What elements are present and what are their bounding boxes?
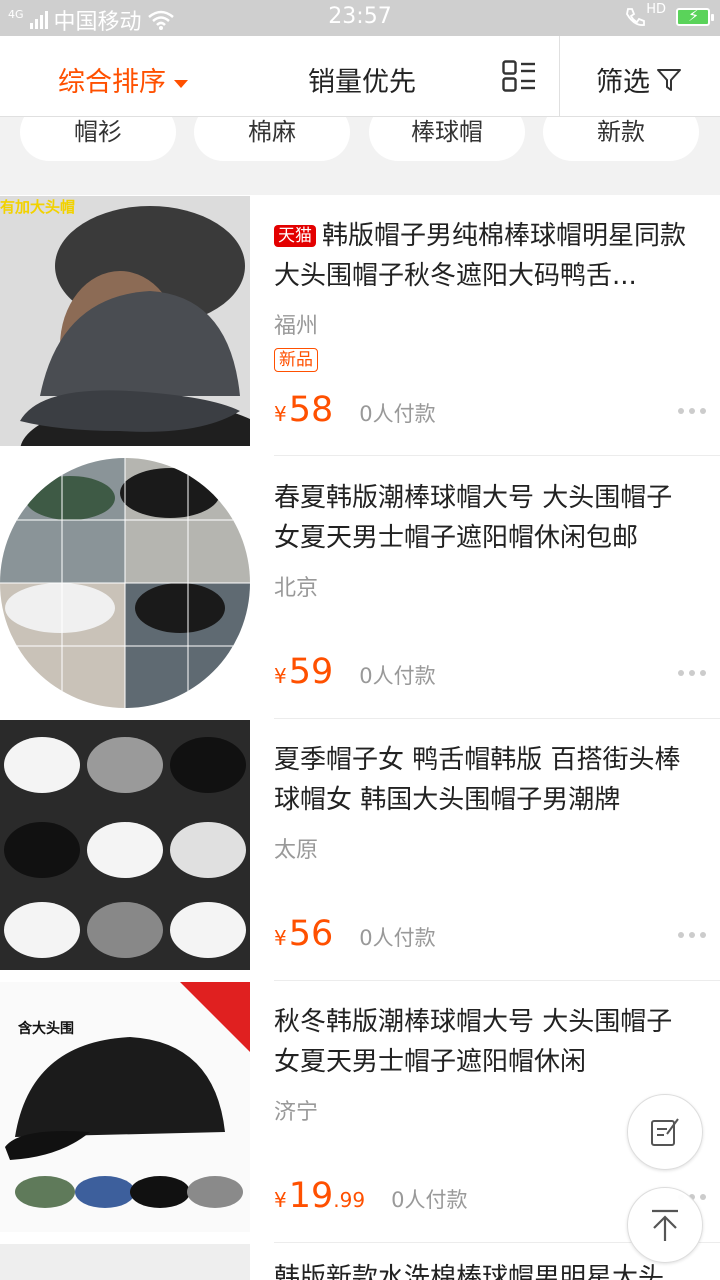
product-image[interactable]: 含大头围 <box>0 982 250 1232</box>
item-divider <box>274 455 720 456</box>
product-price: 56 <box>288 914 334 954</box>
price-row: ¥ 58 0人付款 <box>274 390 436 430</box>
arrow-up-icon <box>652 1209 678 1241</box>
currency-symbol: ¥ <box>274 664 287 688</box>
product-price: 19 <box>288 1176 334 1216</box>
payment-count: 0人付款 <box>359 402 436 426</box>
product-image[interactable]: 有加大头帽 <box>0 196 250 446</box>
funnel-icon <box>657 68 681 91</box>
product-item[interactable]: 夏季帽子女 鸭舌帽韩版 百搭街头棒球帽女 韩国大头围帽子男潮牌 太原 ¥ 56 … <box>0 720 720 970</box>
more-options-icon[interactable] <box>678 932 706 938</box>
product-item[interactable]: 韩版新款水洗棉棒球帽男明星大头 <box>0 1244 720 1280</box>
tmall-badge: 天猫 <box>274 225 316 247</box>
sort-comprehensive-button[interactable]: 综合排序 <box>58 60 188 99</box>
sort-sales-button[interactable]: 销量优先 <box>308 60 416 99</box>
product-location: 太原 <box>274 838 319 863</box>
filter-button[interactable]: 筛选 <box>596 60 682 99</box>
filter-label: 筛选 <box>596 67 650 98</box>
payment-count: 0人付款 <box>359 664 436 688</box>
image-caption: 有加大头帽 <box>0 198 76 216</box>
more-options-icon[interactable] <box>678 408 706 414</box>
product-location: 北京 <box>274 576 319 601</box>
currency-symbol: ¥ <box>274 926 287 950</box>
hd-label: HD <box>646 1 666 17</box>
product-item[interactable]: 有加大头帽 天猫 韩版帽子男纯棉棒球帽明星同款大头围帽子秋冬遮阳大码鸭舌... 福… <box>0 196 720 446</box>
sort-bar: 综合排序 销量优先 筛选 <box>0 36 720 117</box>
item-divider <box>274 718 720 719</box>
back-to-top-button[interactable] <box>627 1187 703 1263</box>
product-location: 福州 <box>274 314 319 339</box>
product-image[interactable] <box>0 1244 250 1280</box>
feedback-button[interactable] <box>627 1094 703 1170</box>
price-row: ¥ 59 0人付款 <box>274 652 436 692</box>
payment-count: 0人付款 <box>359 926 436 950</box>
list-layout-toggle-icon[interactable] <box>502 60 536 92</box>
product-title: 夏季帽子女 鸭舌帽韩版 百搭街头棒球帽女 韩国大头围帽子男潮牌 <box>274 745 681 815</box>
product-item[interactable]: 含大头围 秋冬韩版潮棒球帽大号 大头围帽子女夏天男士帽子遮阳帽休闲 济宁 ¥ 1… <box>0 982 720 1232</box>
product-info: 天猫 韩版帽子男纯棉棒球帽明星同款大头围帽子秋冬遮阳大码鸭舌... 福州 新品 <box>274 196 720 372</box>
status-right: HD ⚡ <box>624 2 714 28</box>
sortbar-divider <box>559 36 560 116</box>
price-row: ¥ 19 .99 0人付款 <box>274 1176 467 1216</box>
product-image[interactable] <box>0 458 250 708</box>
product-price-cents: .99 <box>333 1188 366 1212</box>
tag-row: 帽衫 棉麻 棒球帽 新款 <box>0 117 720 195</box>
hd-call-icon: HD <box>624 2 666 28</box>
clock: 23:57 <box>328 4 392 29</box>
tag-chip[interactable]: 新款 <box>543 117 699 161</box>
product-title: 秋冬韩版潮棒球帽大号 大头围帽子女夏天男士帽子遮阳帽休闲 <box>274 1007 673 1077</box>
product-title: 韩版新款水洗棉棒球帽男明星大头 <box>274 1263 665 1280</box>
tag-chip[interactable]: 棒球帽 <box>369 117 525 161</box>
product-title: 天猫 韩版帽子男纯棉棒球帽明星同款大头围帽子秋冬遮阳大码鸭舌... <box>274 221 687 291</box>
tag-chip[interactable]: 棉麻 <box>194 117 350 161</box>
currency-symbol: ¥ <box>274 402 287 426</box>
item-divider <box>274 980 720 981</box>
sort-comprehensive-label: 综合排序 <box>58 67 166 98</box>
payment-count: 0人付款 <box>391 1188 468 1212</box>
price-row: ¥ 56 0人付款 <box>274 914 436 954</box>
currency-symbol: ¥ <box>274 1188 287 1212</box>
new-badge: 新品 <box>274 348 318 372</box>
edit-note-icon <box>651 1118 679 1146</box>
product-image[interactable] <box>0 720 250 970</box>
product-info: 夏季帽子女 鸭舌帽韩版 百搭街头棒球帽女 韩国大头围帽子男潮牌 太原 <box>274 720 720 864</box>
product-price: 59 <box>288 652 334 692</box>
product-title: 春夏韩版潮棒球帽大号 大头围帽子女夏天男士帽子遮阳帽休闲包邮 <box>274 483 673 553</box>
product-item[interactable]: 春夏韩版潮棒球帽大号 大头围帽子女夏天男士帽子遮阳帽休闲包邮 北京 ¥ 59 0… <box>0 458 720 708</box>
tag-chip[interactable]: 帽衫 <box>20 117 176 161</box>
product-info: 春夏韩版潮棒球帽大号 大头围帽子女夏天男士帽子遮阳帽休闲包邮 北京 <box>274 458 720 602</box>
product-price: 58 <box>288 390 334 430</box>
more-options-icon[interactable] <box>678 670 706 676</box>
status-bar: 4G 中国移动 23:57 HD ⚡ <box>0 0 720 36</box>
image-caption: 含大头围 <box>18 1021 74 1037</box>
dropdown-arrow-icon <box>174 79 188 88</box>
battery-icon: ⚡ <box>676 6 714 26</box>
